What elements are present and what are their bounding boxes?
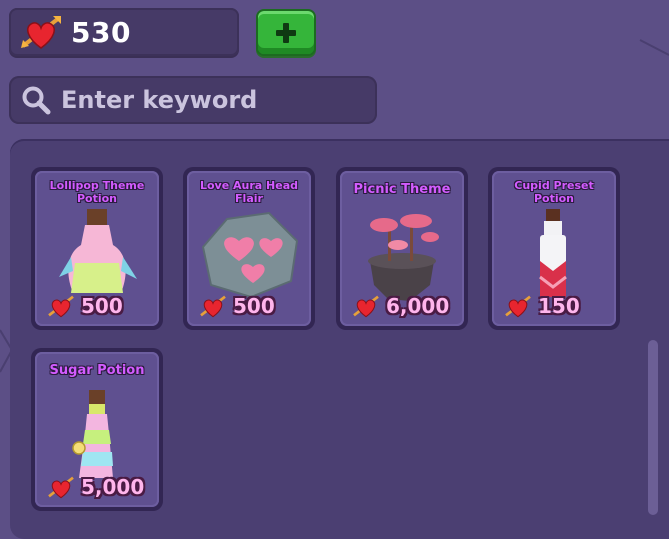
heart-rock-image bbox=[201, 211, 299, 299]
currency-amount: 530 bbox=[71, 15, 131, 49]
search-bar bbox=[9, 76, 377, 124]
item-card-inner: Lollipop Theme Potion 500 bbox=[35, 171, 159, 326]
item-card-inner: Sugar Potion 5,000 bbox=[35, 352, 159, 507]
heart-arrow-icon bbox=[505, 295, 531, 318]
lollipop-potion-image bbox=[59, 209, 137, 293]
item-card[interactable]: Love Aura Head Flair 500 bbox=[183, 167, 315, 330]
heart-arrow-icon bbox=[353, 295, 379, 318]
add-currency-button[interactable] bbox=[256, 9, 316, 56]
price-row: 6,000 bbox=[350, 294, 449, 318]
item-price: 500 bbox=[233, 294, 275, 318]
price-row: 150 bbox=[502, 294, 580, 318]
floating-island-image bbox=[368, 214, 439, 301]
item-card-inner: Love Aura Head Flair 500 bbox=[187, 171, 311, 326]
item-card-inner: Picnic Theme 6,000 bbox=[340, 171, 464, 326]
heart-arrow-icon bbox=[200, 295, 226, 318]
heart-arrow-icon bbox=[48, 476, 74, 499]
scrollbar[interactable] bbox=[648, 340, 658, 515]
item-card[interactable]: Cupid Preset Potion 150 bbox=[488, 167, 620, 330]
item-card-inner: Cupid Preset Potion 150 bbox=[492, 171, 616, 326]
item-card[interactable]: Lollipop Theme Potion 500 bbox=[31, 167, 163, 330]
item-price: 150 bbox=[538, 294, 580, 318]
item-title: Picnic Theme bbox=[353, 182, 451, 197]
search-icon bbox=[22, 86, 51, 115]
price-row: 5,000 bbox=[45, 475, 144, 499]
item-price: 5,000 bbox=[81, 475, 145, 499]
heart-arrow-icon bbox=[48, 295, 74, 318]
item-card[interactable]: Picnic Theme 6,000 bbox=[336, 167, 468, 330]
plus-icon bbox=[276, 22, 296, 43]
currency-display: 530 bbox=[9, 8, 239, 56]
heart-arrow-icon bbox=[21, 16, 61, 49]
item-price: 6,000 bbox=[386, 294, 450, 318]
rainbow-bottle-image bbox=[72, 390, 113, 478]
search-input[interactable] bbox=[59, 85, 363, 115]
item-title: Sugar Potion bbox=[49, 363, 145, 378]
cupid-bottle-image bbox=[539, 209, 567, 297]
price-row: 500 bbox=[45, 294, 123, 318]
item-card[interactable]: Sugar Potion 5,000 bbox=[31, 348, 163, 511]
item-price: 500 bbox=[81, 294, 123, 318]
price-row: 500 bbox=[197, 294, 275, 318]
